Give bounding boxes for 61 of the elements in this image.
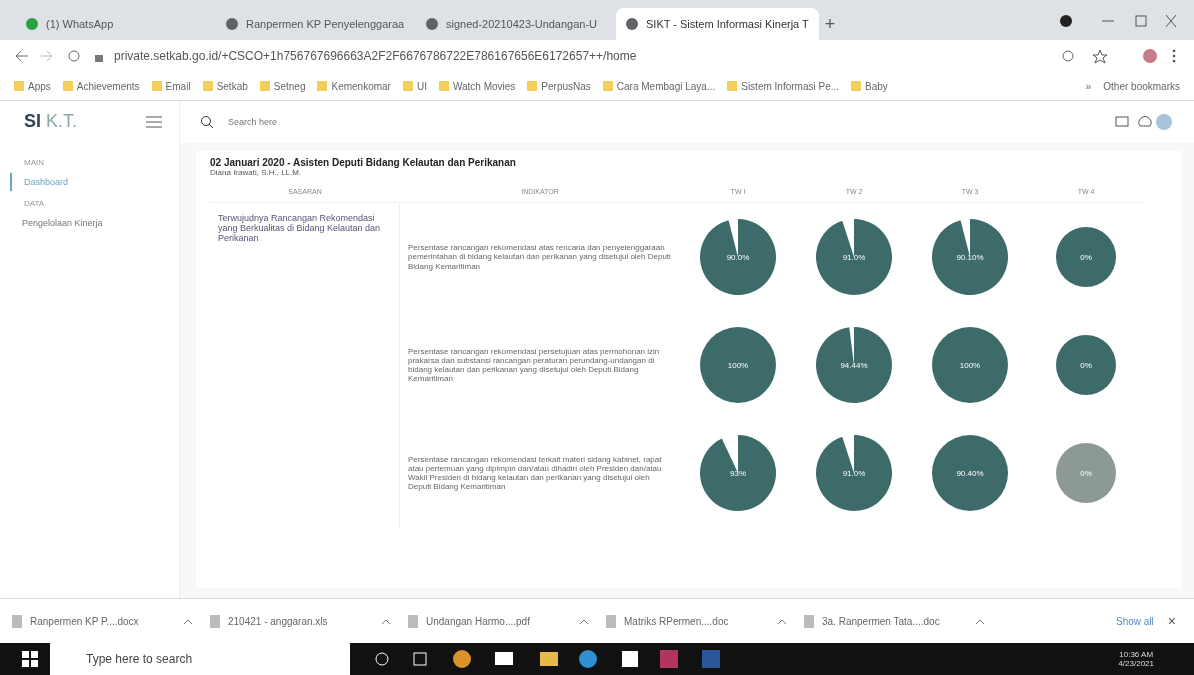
pie-chart: 0% xyxy=(1055,226,1117,288)
close-button[interactable]: × xyxy=(1161,612,1182,630)
pie-chart: 0% xyxy=(1055,334,1117,396)
windows-icon[interactable] xyxy=(22,651,38,667)
bookmark[interactable]: Cara Membagi Laya... xyxy=(602,80,716,92)
download-item[interactable]: 3a. Ranpermen Tata....doc xyxy=(804,614,994,628)
menu-icon[interactable] xyxy=(146,116,162,128)
download-item[interactable]: 210421 - anggaran.xls xyxy=(210,614,400,628)
table-cell-text: Persentase rancangan rekomendasi persetujuan atas permohonan izin prakarsa dan substansi rancangan peraturan perundang-undangan di bidang kelautan dan perikanan yang disetujui oleh Deputi Bidang Kemaritiman xyxy=(407,345,661,386)
download-item[interactable]: Undangan Harmo....pdf xyxy=(408,614,598,628)
pie-chart: 0% xyxy=(1055,442,1117,504)
pie-chart: 100% xyxy=(930,325,1010,405)
browser-tab[interactable]: SIKT - Sistem Informasi Kinerja T xyxy=(616,8,819,40)
download-item[interactable]: Ranpermen KP P....docx xyxy=(12,614,202,628)
caret-icon[interactable] xyxy=(778,618,786,624)
pie-chart: 90.40% xyxy=(930,433,1010,513)
pie-chart: 91.0% xyxy=(814,433,894,513)
new-tab-button[interactable]: + xyxy=(818,8,842,40)
sidebar-item[interactable]: Pengelolaan Kinerja xyxy=(10,214,179,232)
pie-chart: 100% xyxy=(698,325,778,405)
pie-chart: 91.0% xyxy=(814,217,894,297)
browser-tab[interactable]: Ranpermen KP Penyelenggaraa xyxy=(216,8,416,40)
bookmark[interactable]: Setneg xyxy=(259,80,306,92)
search-icon xyxy=(200,115,214,129)
caret-icon[interactable] xyxy=(580,618,588,624)
section-heading: MAIN xyxy=(24,158,45,167)
bookmark[interactable]: Email xyxy=(151,80,191,92)
caret-icon[interactable] xyxy=(976,618,984,624)
bookmark[interactable]: Kemenkomar xyxy=(317,80,391,92)
bookmark[interactable]: Achievements xyxy=(62,80,140,92)
window-controls-icon[interactable] xyxy=(1058,14,1178,28)
bookmark[interactable]: UI xyxy=(402,80,427,92)
table-cell-text: Persentase rancangan rekomendasi atas rencana dan penyelenggaraan pemerintahan di bidang kelautan dan perikanan yang disetujui oleh Deputi Bidang Kemaritiman xyxy=(407,242,672,273)
bookmark[interactable]: Baby xyxy=(851,80,888,92)
download-item[interactable]: Matriks RPermen....doc xyxy=(606,614,796,628)
other-bookmarks[interactable]: Other bookmarks xyxy=(1103,80,1180,92)
browser-tab[interactable]: (1) WhatsApp xyxy=(16,8,216,40)
taskbar-search-field[interactable]: Type here to search xyxy=(50,643,350,675)
bookmark[interactable]: PerpusNas xyxy=(527,80,591,92)
pie-chart: 94.44% xyxy=(814,325,894,405)
report-subtitle: Diana Irawati, S.H., LL.M. xyxy=(210,168,303,177)
bookmark[interactable]: Apps xyxy=(14,80,51,92)
taskbar-clock: 10:36 AM 4/23/2021 xyxy=(1118,650,1154,668)
bookmark[interactable]: Sistem Informasi Pe... xyxy=(727,80,840,92)
report-title: 02 Januari 2020 - Asisten Deputi Bidang Kelautan dan Perikanan xyxy=(210,157,517,168)
show-all-link[interactable]: Show all xyxy=(1116,615,1154,627)
caret-icon[interactable] xyxy=(382,618,390,624)
bookmark[interactable]: Setkab xyxy=(202,80,248,92)
browser-tab[interactable]: signed-20210423-Undangan-U xyxy=(416,8,616,40)
header-icons[interactable] xyxy=(1114,112,1174,132)
more-bookmarks[interactable]: » xyxy=(1085,80,1092,92)
bookmark[interactable]: Watch Movies xyxy=(438,80,516,92)
address-field[interactable]: private.setkab.go.id/+CSCO+1h756767696663A2F2F6676786722E786167656E6172657++/home xyxy=(114,49,1050,63)
pie-chart: 90.0% xyxy=(698,217,778,297)
pie-chart: 93% xyxy=(698,433,778,513)
section-heading: DATA xyxy=(24,199,46,208)
table-cell: Terwujudnya Rancangan Rekomendasi yang Berkualitas di Bidang Kelautan dan Perikanan xyxy=(210,203,400,527)
pie-chart: 90.10% xyxy=(930,217,1010,297)
caret-icon[interactable] xyxy=(184,618,192,624)
table-cell-text: Persentase rancangan rekomendasi terkait materi sidang kabinet, rapat atau pertemuan yang dipimpin dan/atau dihadiri oleh Presiden dan/atau Wakil Presiden di bidang kelautan dan perikanan yang disetujui oleh Deputi Bidang Kemaritiman xyxy=(407,453,663,494)
app-logo: SI K.T. xyxy=(24,111,78,132)
